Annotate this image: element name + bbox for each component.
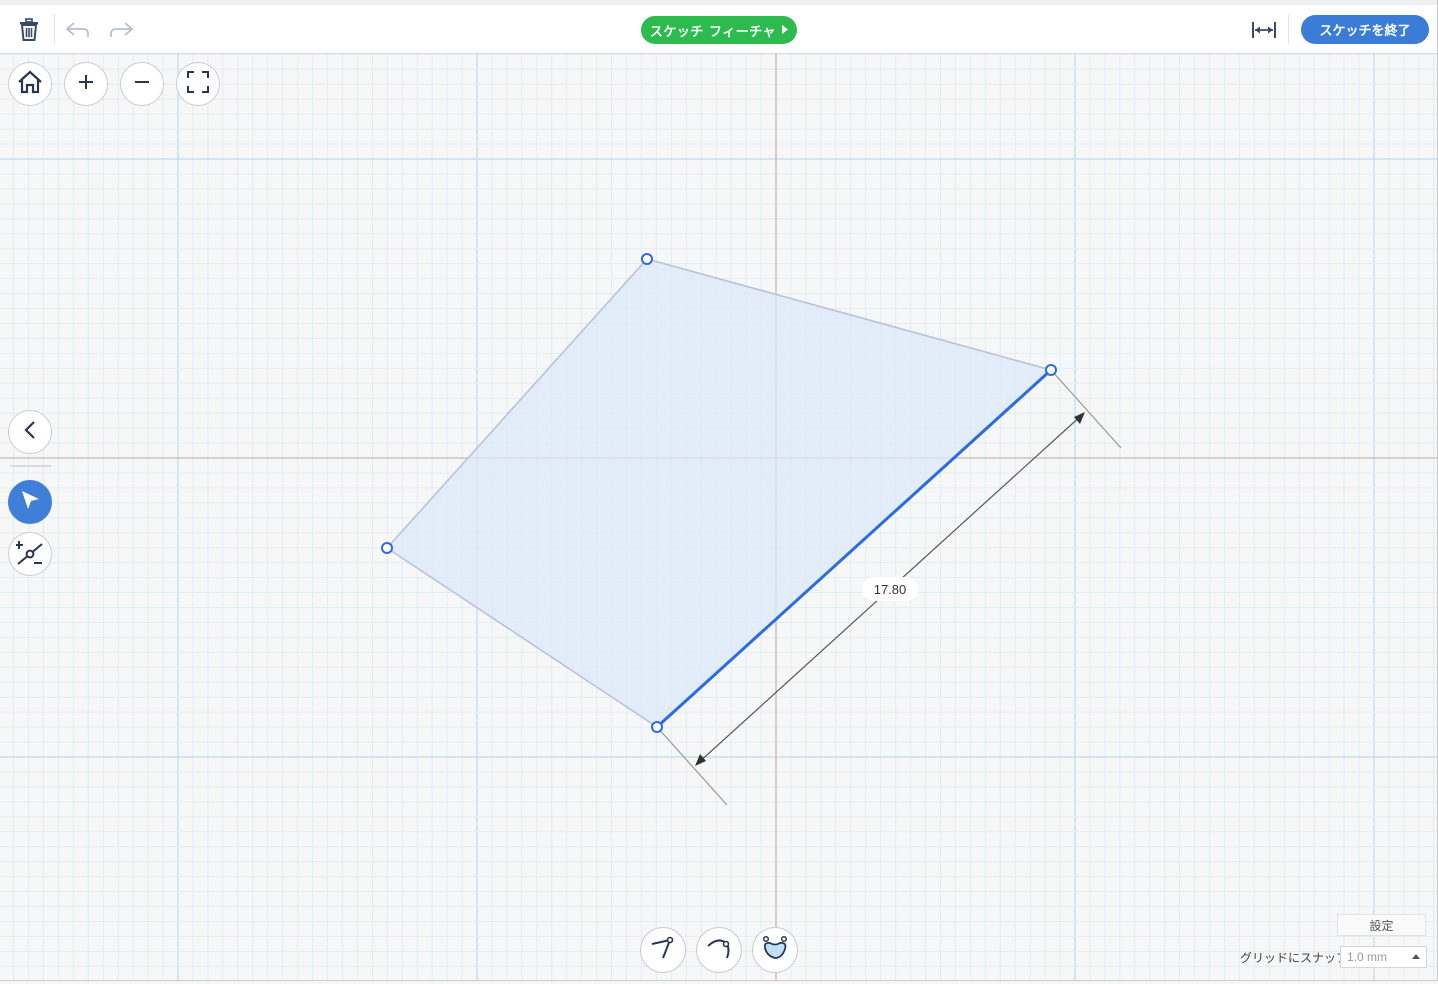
sketch-feature-button[interactable]: スケッチ フィーチャ <box>641 16 797 44</box>
snap-to-grid-label: グリッドにスナップ <box>1240 951 1349 965</box>
plus-icon <box>78 74 94 94</box>
dimension-icon[interactable] <box>1250 18 1278 42</box>
snap-value-select[interactable]: 1.0 mm <box>1340 946 1427 968</box>
trash-icon[interactable] <box>16 16 42 44</box>
top-border <box>0 0 1438 5</box>
finish-sketch-button[interactable]: スケッチを終了 <box>1301 15 1429 44</box>
arc-tool-button[interactable] <box>696 927 742 973</box>
add-remove-point-button[interactable] <box>8 532 52 576</box>
pointer-icon <box>19 489 41 515</box>
line-tool-button[interactable] <box>640 927 686 973</box>
sketch-feature-label: スケッチ フィーチャ <box>649 24 777 40</box>
spline-shape-button[interactable] <box>752 927 798 973</box>
fit-screen-button[interactable] <box>176 62 220 106</box>
undo-icon[interactable] <box>64 18 92 42</box>
minus-icon <box>134 74 150 94</box>
toolbar-separator <box>1288 14 1289 44</box>
grid-layer <box>0 53 1438 980</box>
redo-icon[interactable] <box>107 18 135 42</box>
caret-up-icon <box>1412 954 1420 959</box>
home-view-button[interactable] <box>8 62 52 106</box>
spline-shape-icon <box>760 934 790 966</box>
zoom-out-button[interactable] <box>120 62 164 106</box>
top-toolbar: スケッチ フィーチャ スケッチを終了 <box>0 0 1438 54</box>
sketch-canvas[interactable] <box>0 53 1438 980</box>
line-tool-icon <box>649 934 677 966</box>
dimension-value[interactable]: 17.80 <box>862 577 918 601</box>
snap-value: 1.0 mm <box>1347 950 1388 964</box>
arc-tool-icon <box>705 934 733 966</box>
toolbar-separator <box>54 14 55 44</box>
select-tool-button[interactable] <box>8 480 52 524</box>
home-icon <box>17 70 43 98</box>
caret-right-icon <box>782 23 789 38</box>
chevron-left-icon <box>23 420 37 444</box>
zoom-in-button[interactable] <box>64 62 108 106</box>
fit-screen-icon <box>186 70 210 98</box>
side-divider <box>10 465 51 467</box>
add-remove-point-icon <box>15 538 44 570</box>
collapse-panel-button[interactable] <box>8 410 52 454</box>
settings-button[interactable]: 設定 <box>1337 914 1426 936</box>
